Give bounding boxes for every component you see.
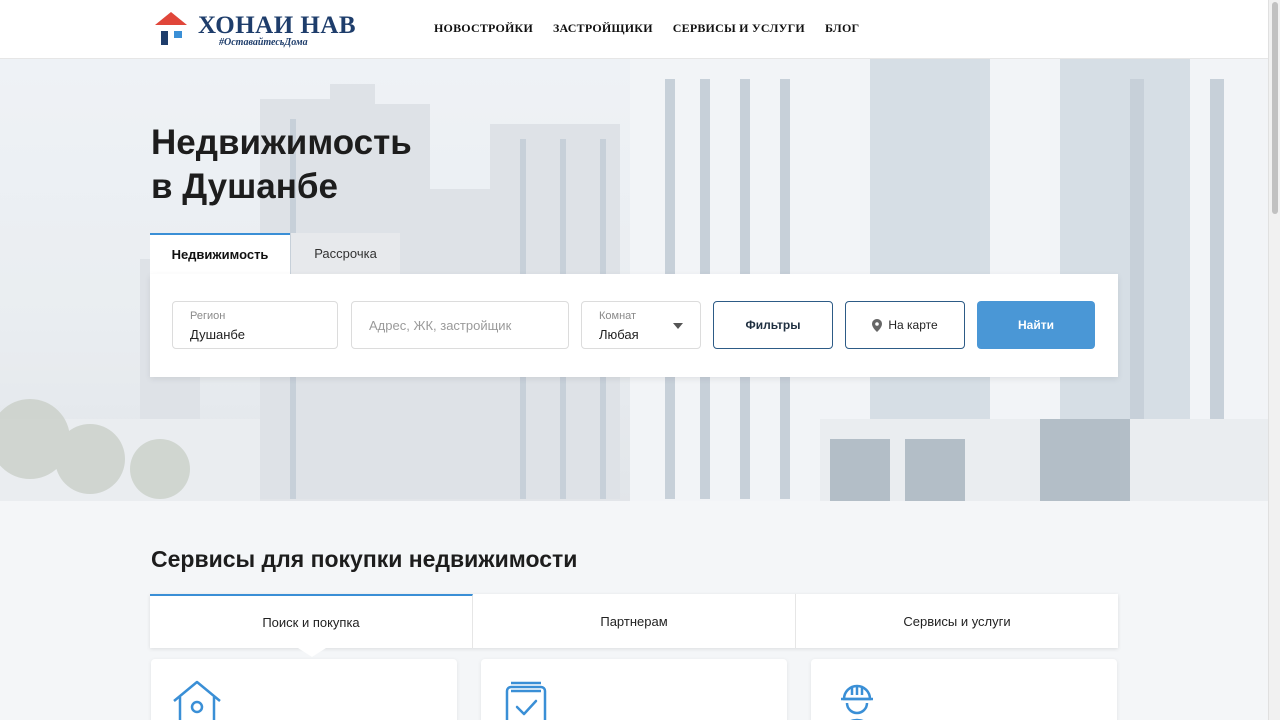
- map-button-label: На карте: [888, 318, 938, 332]
- service-card[interactable]: [481, 659, 787, 720]
- find-button[interactable]: Найти: [977, 301, 1095, 349]
- caret-down-icon: [673, 323, 683, 329]
- logo-tagline: #ОставайтесьДома: [219, 37, 308, 48]
- search-panel: Регион Душанбе Адрес, ЖК, застройщик Ком…: [150, 274, 1118, 377]
- filters-button[interactable]: Фильтры: [713, 301, 833, 349]
- hero-section: Недвижимость в Душанбе Недвижимость Расс…: [0, 59, 1268, 501]
- scrollbar-thumb[interactable]: [1272, 2, 1278, 214]
- main-nav: НОВОСТРОЙКИ ЗАСТРОЙЩИКИ СЕРВИСЫ И УСЛУГИ…: [434, 21, 859, 36]
- service-card[interactable]: [811, 659, 1117, 720]
- address-placeholder: Адрес, ЖК, застройщик: [369, 318, 512, 333]
- services-tabs: Поиск и покупка Партнерам Сервисы и услу…: [150, 594, 1118, 657]
- logo-title: ХОНАИ НАВ: [198, 12, 357, 39]
- hero-title-line2: в Душанбе: [151, 167, 338, 206]
- region-select[interactable]: Регион Душанбе: [172, 301, 338, 349]
- nav-item-services[interactable]: СЕРВИСЫ И УСЛУГИ: [673, 21, 805, 36]
- tab-partners[interactable]: Партнерам: [473, 594, 796, 648]
- services-section-title: Сервисы для покупки недвижимости: [151, 546, 578, 572]
- region-label: Регион: [190, 310, 226, 322]
- nav-item-blog[interactable]: БЛОГ: [825, 21, 859, 36]
- hero-title-line1: Недвижимость: [151, 123, 412, 162]
- rooms-label: Комнат: [599, 310, 637, 322]
- builder-icon: [841, 684, 873, 720]
- find-button-label: Найти: [1018, 318, 1054, 332]
- address-search-input[interactable]: Адрес, ЖК, застройщик: [351, 301, 569, 349]
- rooms-select[interactable]: Комнат Любая: [581, 301, 701, 349]
- scrollbar[interactable]: [1268, 0, 1280, 720]
- rooms-value: Любая: [599, 327, 639, 342]
- nav-item-developers[interactable]: ЗАСТРОЙЩИКИ: [553, 21, 653, 36]
- region-value: Душанбе: [190, 327, 245, 342]
- tab-real-estate[interactable]: Недвижимость: [150, 233, 290, 274]
- tab-installment[interactable]: Рассрочка: [291, 233, 400, 274]
- nav-item-new-buildings[interactable]: НОВОСТРОЙКИ: [434, 21, 533, 36]
- house-icon: [173, 680, 221, 720]
- service-card[interactable]: [151, 659, 457, 720]
- checklist-icon: [505, 681, 547, 720]
- hero-title: Недвижимость в Душанбе: [151, 121, 412, 209]
- tab-services-and-support[interactable]: Сервисы и услуги: [796, 594, 1118, 648]
- logo[interactable]: ХОНАИ НАВ #ОставайтесьДома: [153, 10, 356, 50]
- house-logo-icon: [155, 12, 187, 45]
- map-button[interactable]: На карте: [845, 301, 965, 349]
- site-header: ХОНАИ НАВ #ОставайтесьДома НОВОСТРОЙКИ З…: [0, 0, 1268, 59]
- filters-button-label: Фильтры: [745, 318, 801, 332]
- map-pin-icon: [872, 318, 883, 332]
- tab-search-and-purchase[interactable]: Поиск и покупка: [150, 594, 473, 657]
